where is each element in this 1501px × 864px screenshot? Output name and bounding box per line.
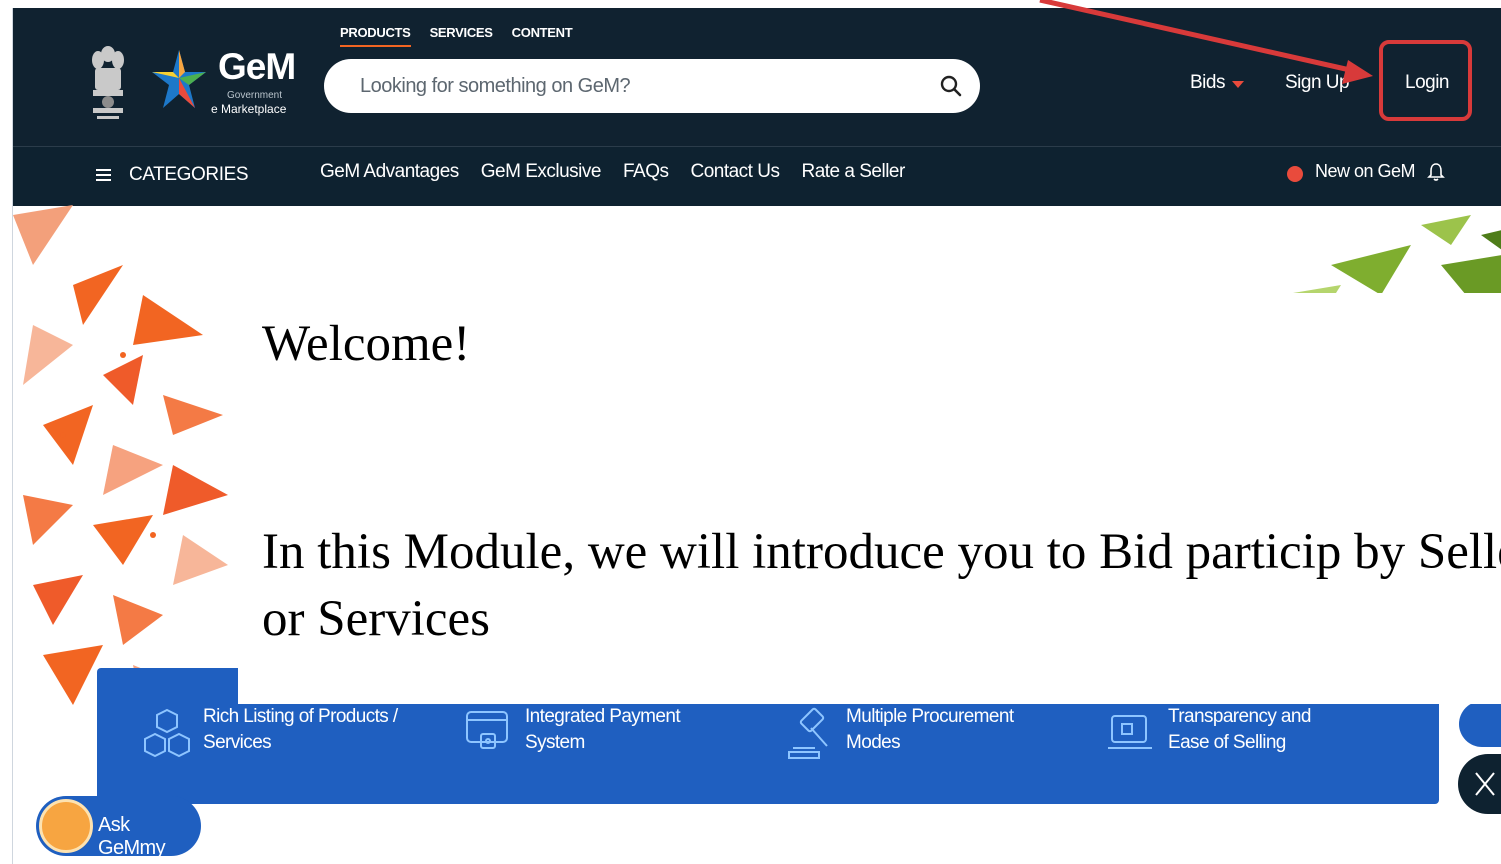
- feature-line: Multiple Procurement: [846, 706, 1014, 727]
- search-icon[interactable]: [940, 75, 962, 97]
- module-intro-text: In this Module, we will introduce you to…: [262, 524, 1501, 647]
- categories-menu[interactable]: CATEGORIES: [129, 164, 249, 186]
- feature-integrated-payment: Integrated Payment System: [525, 704, 681, 756]
- welcome-overlay: Welcome! In this Module, we will introdu…: [238, 293, 1501, 704]
- linkedin-side-button[interactable]: [1459, 701, 1501, 747]
- ask-gemmy-label: Ask GeMmy: [98, 814, 166, 859]
- brand-subtitle: Government: [227, 90, 283, 101]
- close-side-button[interactable]: [1458, 754, 1501, 814]
- nav-gem-advantages[interactable]: GeM Advantages: [320, 161, 459, 183]
- feature-line: Transparency and: [1168, 706, 1311, 727]
- brand-subtitle-2: e Marketplace: [211, 102, 287, 116]
- ask-gemmy-button[interactable]: Ask GeMmy: [36, 796, 201, 859]
- tab-content[interactable]: CONTENT: [512, 25, 573, 47]
- search-input[interactable]: Looking for something on GeM?: [324, 59, 980, 113]
- welcome-heading: Welcome!: [262, 316, 471, 372]
- signup-link[interactable]: Sign Up: [1285, 72, 1350, 94]
- feature-line: System: [525, 732, 585, 753]
- feature-line: Rich Listing of Products /: [203, 706, 398, 727]
- gem-logo-icon: [152, 50, 206, 108]
- feature-multiple-procurement: Multiple Procurement Modes: [846, 704, 1014, 756]
- login-highlight-box: [1379, 40, 1472, 121]
- hero-decoration-left: [13, 205, 228, 715]
- new-on-gem-link[interactable]: New on GeM: [1315, 161, 1416, 182]
- gem-page: GeM Government e Marketplace PRODUCTS SE…: [12, 8, 1501, 864]
- payment-icon: [466, 711, 508, 749]
- nav-gem-exclusive[interactable]: GeM Exclusive: [481, 161, 602, 183]
- national-emblem-icon: [92, 46, 124, 119]
- top-tabs: PRODUCTS SERVICES CONTENT: [340, 25, 573, 47]
- category-links: GeM Advantages GeM Exclusive FAQs Contac…: [320, 161, 905, 183]
- feature-line: Ease of Selling: [1168, 732, 1286, 753]
- nav-faqs[interactable]: FAQs: [623, 161, 669, 183]
- hero-decoration-right: [1281, 215, 1501, 301]
- cubes-icon: [144, 708, 190, 758]
- nav-contact-us[interactable]: Contact Us: [690, 161, 779, 183]
- top-header: GeM Government e Marketplace PRODUCTS SE…: [13, 8, 1501, 146]
- chevron-down-icon: [1232, 81, 1244, 88]
- search-placeholder: Looking for something on GeM?: [360, 75, 631, 97]
- gavel-icon: [788, 707, 828, 759]
- new-badge-icon: [1287, 166, 1303, 182]
- bids-dropdown[interactable]: Bids: [1190, 72, 1225, 94]
- laptop-icon: [1108, 715, 1152, 749]
- menu-icon[interactable]: [96, 169, 111, 181]
- close-icon[interactable]: [1474, 771, 1496, 797]
- feature-line: Services: [203, 732, 272, 753]
- tab-products[interactable]: PRODUCTS: [340, 25, 411, 47]
- feature-line: Integrated Payment: [525, 706, 681, 727]
- gemmy-avatar-icon: [39, 799, 93, 853]
- tab-services[interactable]: SERVICES: [430, 25, 493, 47]
- bell-icon[interactable]: [1427, 162, 1445, 182]
- nav-rate-a-seller[interactable]: Rate a Seller: [801, 161, 905, 183]
- feature-transparency: Transparency and Ease of Selling: [1168, 704, 1311, 756]
- feature-line: Modes: [846, 732, 901, 753]
- feature-rich-listing: Rich Listing of Products / Services: [203, 704, 398, 756]
- category-bar: CATEGORIES GeM Advantages GeM Exclusive …: [13, 146, 1501, 206]
- brand-name: GeM: [218, 46, 296, 87]
